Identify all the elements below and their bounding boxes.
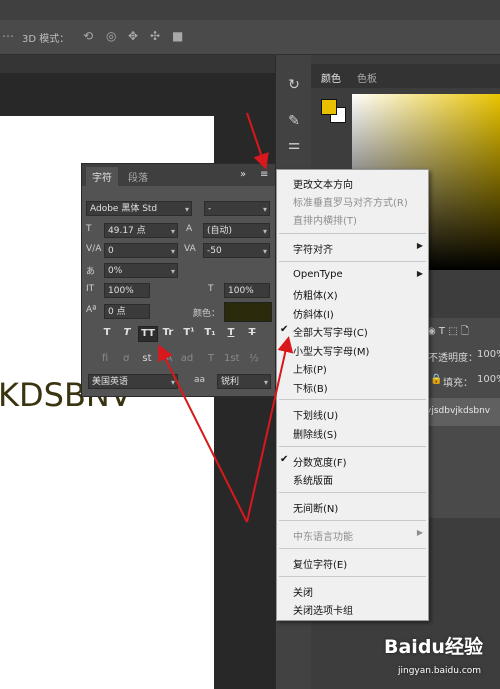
watermark-brand: Baidu经验 [384,636,483,658]
arrow-to-panel-menu [246,112,269,170]
arrow-to-all-caps-button [158,344,248,523]
arrow-to-all-caps-menu-item [246,336,294,523]
watermark-url: jingyan.baidu.com [398,666,482,676]
baidu-watermark: Baidu经验 jingyan.baidu.com [384,632,500,689]
annotation-arrows [158,112,294,523]
